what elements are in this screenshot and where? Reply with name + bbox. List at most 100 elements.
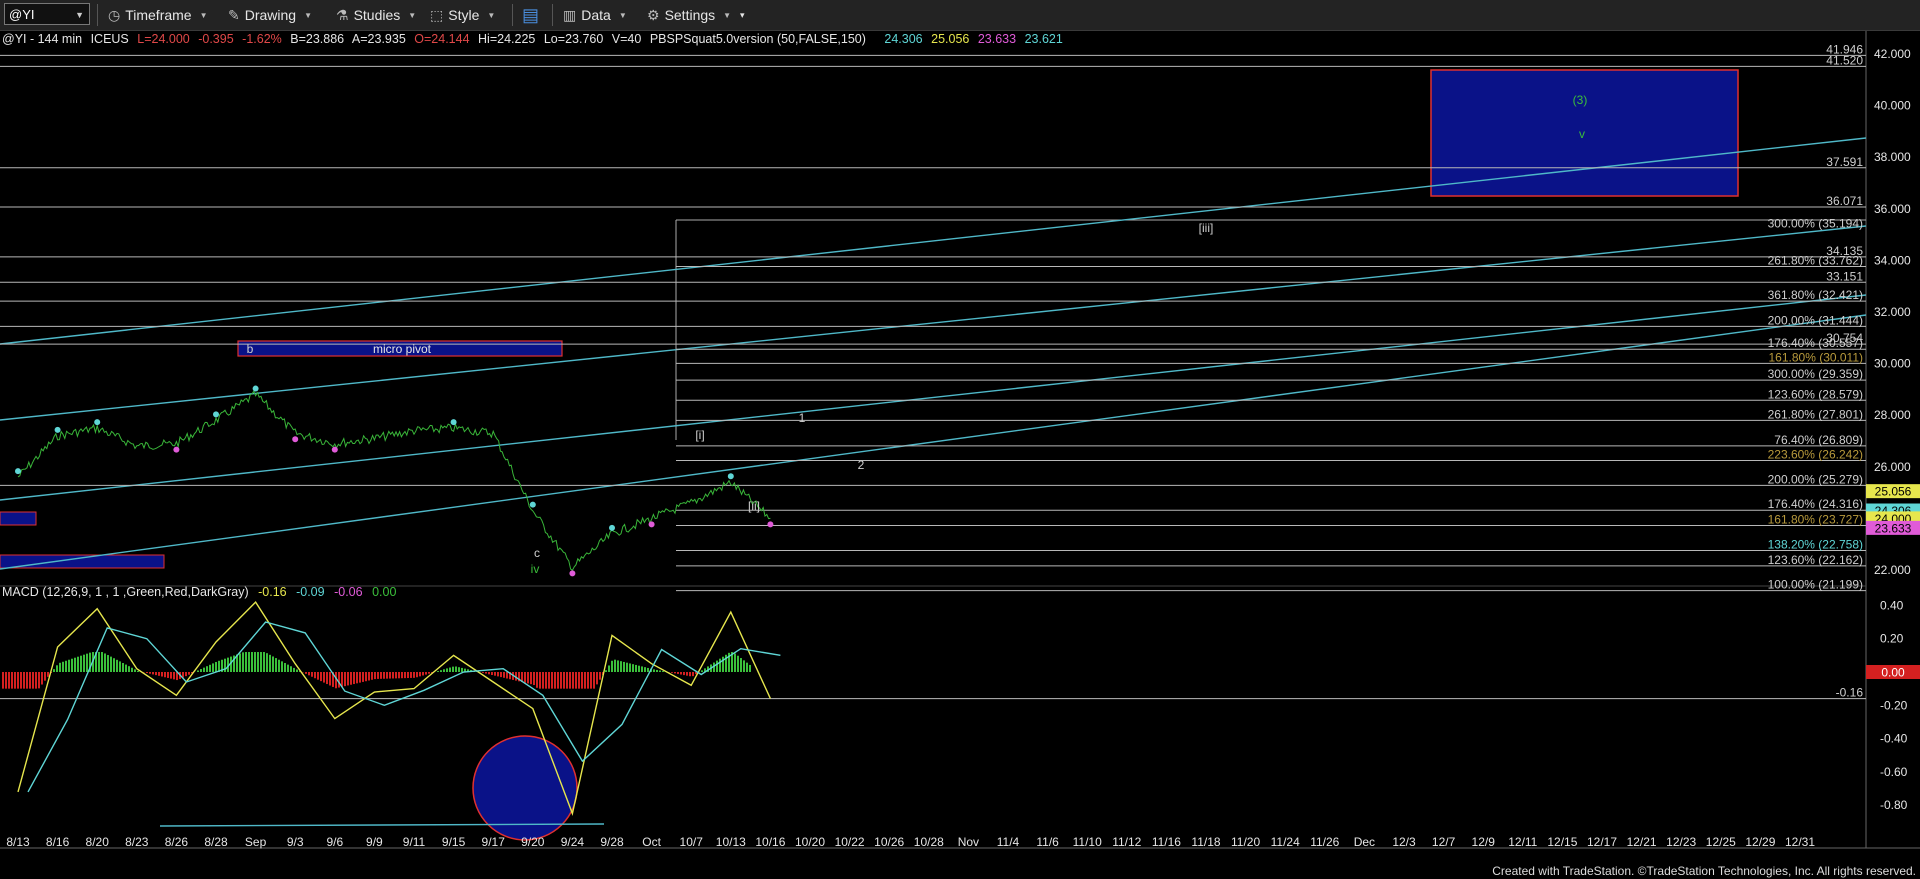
drawing-menu[interactable]: ✎ Drawing ▼: [228, 0, 312, 30]
histogram-bar: [455, 666, 457, 672]
wave-label: 1: [799, 411, 806, 425]
price-tag-label: 25.056: [1875, 485, 1912, 499]
fib-level-label: 361.80% (32.421): [1768, 288, 1863, 302]
data-menu[interactable]: ▥ Data ▼: [563, 0, 627, 30]
settings-menu[interactable]: ⚙ Settings ▼: [647, 0, 731, 30]
histogram-bar: [314, 672, 316, 679]
macd-tick-label: -0.40: [1880, 732, 1908, 746]
macd-tick-label: 0.40: [1880, 598, 1904, 612]
histogram-bar: [134, 669, 136, 672]
chevron-down-icon: ▼: [199, 10, 208, 20]
wave-label: [ii]: [748, 499, 760, 513]
level-value-label: 36.071: [1826, 194, 1863, 208]
chevron-down-icon: ▼: [487, 10, 496, 20]
histogram-bar: [248, 652, 250, 672]
studies-label: Studies: [353, 7, 401, 23]
histogram-bar: [590, 672, 592, 689]
histogram-bar: [104, 653, 106, 672]
time-tick-label: 9/3: [287, 835, 304, 849]
histogram-bar: [563, 672, 565, 689]
histogram-bar: [212, 663, 214, 672]
net-change: -0.395: [198, 32, 234, 46]
percent-change: -1.62%: [242, 32, 282, 46]
histogram-bar: [719, 658, 721, 672]
histogram-bar: [362, 672, 364, 682]
chevron-down-icon[interactable]: ▼: [75, 4, 84, 26]
swing-marker: [15, 468, 21, 475]
symbol-input[interactable]: @YI ▼: [4, 3, 90, 25]
histogram-bar: [113, 658, 115, 672]
histogram-bar: [671, 672, 673, 673]
histogram-bar: [185, 672, 187, 677]
time-tick-label: 12/9: [1472, 835, 1496, 849]
histogram-bar: [560, 672, 562, 689]
price-tick-label: 42.000: [1874, 47, 1911, 61]
timeframe-menu[interactable]: ◷ Timeframe ▼: [108, 0, 208, 30]
histogram-bar: [26, 672, 28, 689]
histogram-bar: [551, 672, 553, 689]
histogram-bar: [251, 652, 253, 672]
histogram-bar: [137, 670, 139, 672]
layout-icon: ▤: [522, 4, 540, 25]
macd-value: -0.06: [334, 585, 363, 599]
time-tick-label: 11/20: [1231, 835, 1260, 849]
histogram-bar: [458, 667, 460, 672]
histogram-bar: [443, 669, 445, 672]
histogram-bar: [617, 660, 619, 672]
time-tick-label: 12/3: [1392, 835, 1416, 849]
histogram-bar: [359, 672, 361, 683]
chevron-down-icon: ▼: [304, 10, 313, 20]
studies-menu[interactable]: ⚗ Studies ▼: [336, 0, 416, 30]
histogram-bar: [44, 672, 46, 681]
histogram-bar: [380, 672, 382, 679]
layout-button[interactable]: ▤: [522, 0, 544, 30]
ask-price: A=23.935: [351, 32, 406, 46]
histogram-bar: [209, 664, 211, 672]
macd-value: 0.00: [372, 585, 397, 599]
time-tick-label: 12/29: [1745, 835, 1775, 849]
histogram-bar: [692, 672, 694, 677]
swing-marker: [569, 570, 576, 577]
histogram-bar: [689, 672, 691, 677]
histogram-bar: [527, 672, 529, 684]
histogram-bar: [305, 672, 307, 674]
fib-level-label: 100.00% (21.199): [1768, 578, 1863, 592]
histogram-bar: [293, 667, 295, 672]
histogram-bar: [491, 672, 493, 675]
level-value-label: 34.135: [1826, 244, 1863, 258]
histogram-bar: [377, 672, 379, 679]
price-chart[interactable]: 42.000 40.000 38.000 36.000 34.000 32.000 30.0…: [0, 31, 1920, 866]
time-tick-label: 9/20: [521, 835, 545, 849]
histogram-bar: [416, 672, 418, 678]
histogram-bar: [701, 670, 703, 672]
histogram-bar: [626, 662, 628, 672]
level-value-label: 37.591: [1826, 155, 1863, 169]
histogram-bar: [239, 653, 241, 672]
wave-label: micro pivot: [373, 342, 432, 356]
histogram-bar: [440, 670, 442, 672]
study-value: 24.306: [884, 32, 923, 46]
swing-marker: [331, 446, 338, 453]
time-tick-label: 11/16: [1152, 835, 1181, 849]
time-tick-label: 11/4: [997, 835, 1020, 849]
histogram-bar: [287, 664, 289, 672]
toolbar-overflow-button[interactable]: ▾: [740, 0, 745, 30]
time-tick-label: 10/20: [795, 835, 825, 849]
histogram-bar: [308, 672, 310, 676]
style-menu[interactable]: ⬚ Style ▼: [430, 0, 495, 30]
fib-level-label: 123.60% (28.579): [1768, 387, 1863, 401]
macd-value: -0.16: [258, 585, 287, 599]
chart-style-icon: ⬚: [430, 6, 444, 23]
support-zone-small[interactable]: [0, 511, 37, 526]
histogram-bar: [524, 672, 526, 683]
histogram-bar: [743, 660, 745, 672]
histogram-bar: [266, 653, 268, 672]
histogram-bar: [575, 672, 577, 689]
time-tick-label: Dec: [1354, 835, 1375, 849]
histogram-bar: [71, 658, 73, 672]
histogram-bar: [68, 659, 70, 672]
wave-label: b: [247, 342, 254, 356]
time-tick-label: 9/6: [326, 835, 343, 849]
toolbar-divider: [552, 4, 553, 26]
time-tick-label: 9/15: [442, 835, 466, 849]
